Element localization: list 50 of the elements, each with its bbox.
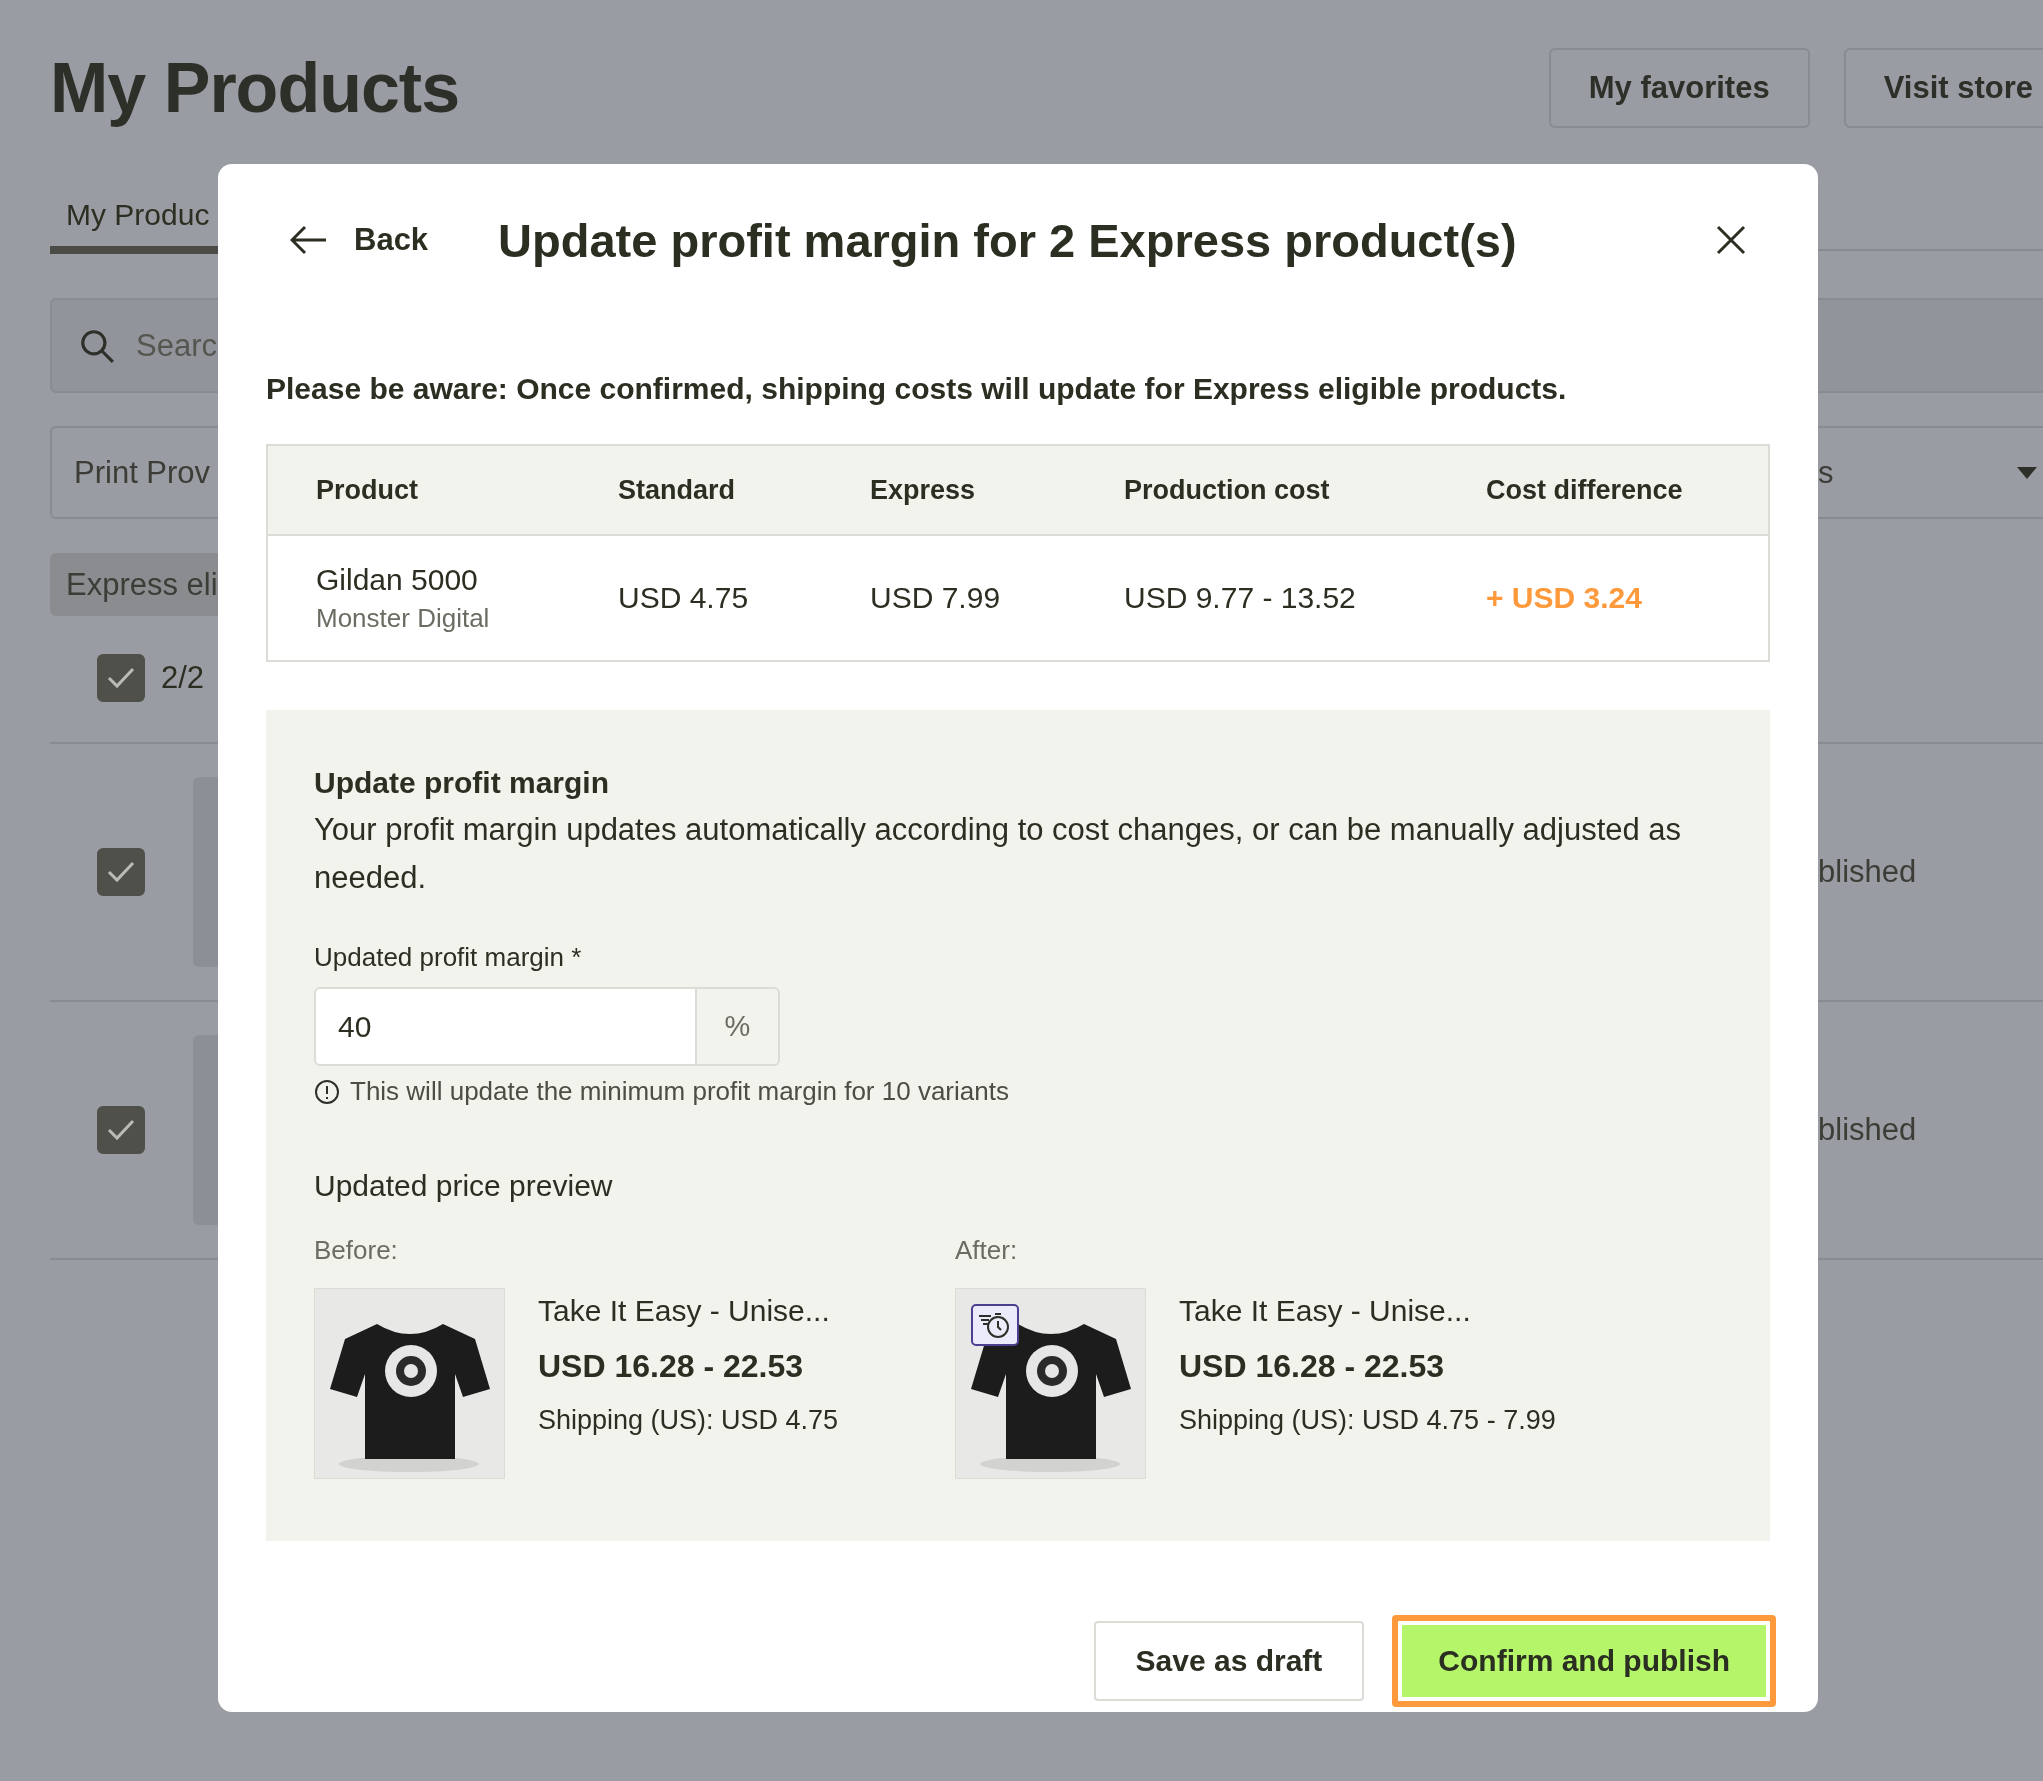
info-icon	[314, 1078, 340, 1105]
checkmark-icon	[106, 1118, 136, 1142]
table-cell-text: USD 7.99	[870, 581, 1002, 615]
section-description: Your profit margin updates automatically according to cost changes, or can be manually adjusted as needed.	[314, 811, 1683, 897]
caret-icon	[2017, 466, 2037, 479]
checkmark-icon	[106, 666, 136, 690]
page-title: My Products	[50, 48, 460, 128]
preview-title: Updated price preview	[314, 1169, 614, 1203]
column-header: Express	[870, 474, 977, 506]
percent-suffix: %	[697, 987, 780, 1066]
warning-text: Please be aware: Once confirmed, shipping costs will update for Express eligible products.	[266, 372, 1568, 406]
column-header: Standard	[618, 474, 737, 506]
preview-label: Before:	[314, 1235, 399, 1266]
modal-title: Update profit margin for 2 Express product(s)	[498, 212, 1518, 268]
product-price: USD 16.28 - 22.53	[1179, 1348, 1446, 1385]
column-header: Product	[316, 474, 419, 506]
product-status: blished	[1818, 1112, 1918, 1148]
header-button[interactable]: Visit store	[1843, 48, 2043, 128]
column-header: Production cost	[1124, 474, 1331, 506]
shipping-text: Shipping (US): USD 4.75 - 7.99	[1179, 1405, 1556, 1436]
checkbox[interactable]	[97, 1106, 145, 1154]
column-header: Cost difference	[1486, 474, 1684, 506]
filter-value: Print Prov	[74, 454, 211, 491]
back-button[interactable]: Back	[290, 222, 429, 258]
section-title: Update profit margin	[314, 766, 610, 800]
cost-difference: + USD 3.24	[1486, 581, 1643, 615]
hint-text: This will update the minimum profit margin for 10 variants	[350, 1076, 1009, 1107]
product-price: USD 16.28 - 22.53	[538, 1348, 805, 1385]
checkmark-icon	[106, 860, 136, 884]
product-status: blished	[1818, 854, 1918, 890]
filter-value-tail: s	[1818, 454, 1834, 491]
product-title: Take It Easy - Unise...	[538, 1294, 831, 1328]
shipping-text: Shipping (US): USD 4.75	[538, 1405, 839, 1436]
product-title: Take It Easy - Unise...	[1179, 1294, 1472, 1328]
table-cell-text: USD 4.75	[618, 581, 750, 615]
back-arrow-icon	[290, 225, 328, 255]
product-name: Gildan 5000	[316, 562, 479, 597]
header-button[interactable]: My favorites	[1548, 48, 1810, 128]
checkbox[interactable]	[97, 848, 145, 896]
selection-count: 2/2	[161, 660, 205, 696]
close-button[interactable]	[1716, 225, 1746, 255]
checkbox[interactable]	[97, 654, 145, 702]
provider-name: Monster Digital	[316, 602, 491, 634]
preview-label: After:	[955, 1235, 1019, 1266]
table-cell-text: USD 9.77 - 13.52	[1124, 581, 1357, 615]
margin-input[interactable]: 40	[314, 987, 697, 1066]
draft-button[interactable]: Save as draft	[1093, 1621, 1365, 1701]
field-label: Updated profit margin *	[314, 942, 583, 973]
publish-button[interactable]: Confirm and publish	[1392, 1615, 1776, 1707]
search-placeholder: Searc	[136, 327, 217, 364]
